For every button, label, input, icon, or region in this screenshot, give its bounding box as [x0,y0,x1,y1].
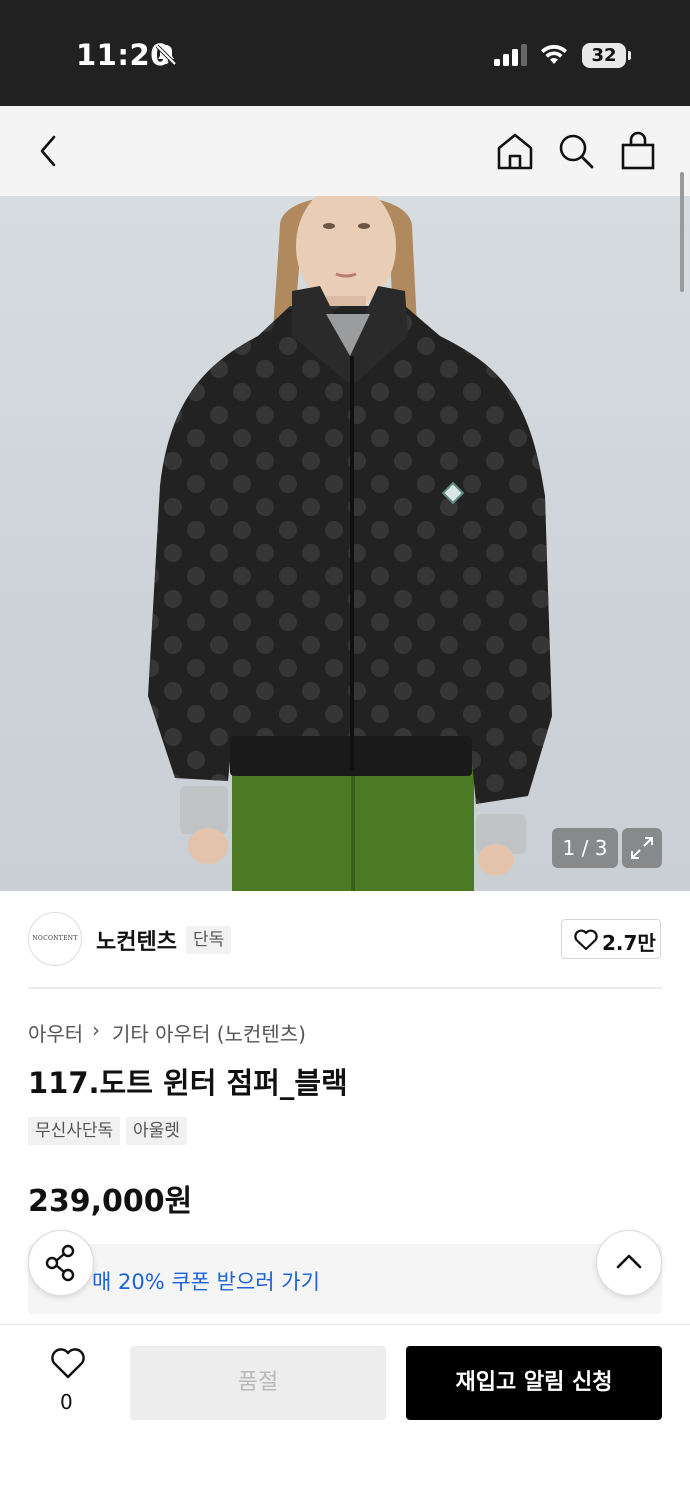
tag-outlet: 아울렛 [126,1117,187,1145]
bell-muted-icon [155,44,177,66]
coupon-text[interactable]: 매 20% 쿠폰 받으러 가기 [92,1266,320,1296]
wifi-icon [541,44,567,64]
tag-musinsa-exclusive: 무신사단독 [28,1117,121,1145]
product-title: 117.도트 윈터 점퍼_블랙 [28,1066,348,1100]
bag-icon[interactable] [618,130,658,172]
battery-indicator: 32 [582,43,626,68]
expand-icon [631,837,653,859]
scroll-top-button[interactable] [596,1230,662,1296]
share-button[interactable] [28,1230,94,1296]
product-price: 239,000원 [28,1184,193,1219]
battery-tip [628,51,631,60]
brand-like-button[interactable]: 2.7만 [561,919,661,959]
share-icon [45,1244,75,1282]
back-icon[interactable] [34,130,74,172]
signal-icon [494,44,527,66]
product-like-count: 0 [60,1390,73,1414]
image-counter: 1 / 3 [552,828,618,868]
expand-image-button[interactable] [622,828,662,868]
search-icon[interactable] [556,130,596,172]
heart-icon [574,929,598,951]
brand-name[interactable]: 노컨텐츠 [96,924,177,956]
brand-logo[interactable]: NOCONTENT [28,912,82,966]
exclusive-tag: 단독 [186,926,232,954]
heart-icon[interactable] [50,1348,86,1380]
chevron-up-icon [616,1254,642,1269]
brand-like-count: 2.7만 [602,931,656,955]
home-icon[interactable] [495,130,535,172]
section-divider [28,987,662,989]
restock-alert-button[interactable]: 재입고 알림 신청 [406,1346,662,1420]
product-photo [148,196,552,891]
breadcrumb-category[interactable]: 아우터 [28,1018,83,1047]
breadcrumb-separator: › [92,1018,100,1042]
status-bar: 11:20 32 [0,0,690,106]
product-image[interactable] [0,196,690,891]
page-scrollbar[interactable] [680,172,684,292]
soldout-button[interactable]: 품절 [130,1346,386,1420]
coupon-banner[interactable]: 매 20% 쿠폰 받으러 가기 [28,1244,662,1314]
breadcrumb-subcategory[interactable]: 기타 아우터 (노컨텐츠) [112,1018,306,1047]
